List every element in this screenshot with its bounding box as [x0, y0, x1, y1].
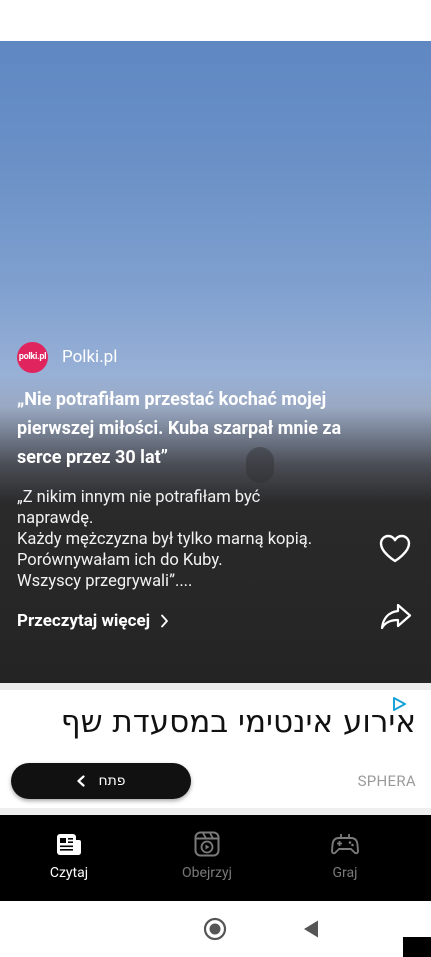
- nav-label-obejrzyj: Obejrzyj: [182, 865, 232, 881]
- home-circle-icon[interactable]: [203, 917, 227, 941]
- chevron-right-icon: [161, 614, 168, 628]
- ad-brand: SPHERA: [357, 772, 416, 790]
- nav-label-czytaj: Czytaj: [49, 865, 89, 881]
- nav-item-graj[interactable]: Graj: [276, 815, 414, 901]
- read-more-link[interactable]: Przeczytaj więcej: [17, 611, 169, 631]
- ad-headline[interactable]: אירוע אינטימי במסעדת שף: [0, 704, 416, 740]
- video-play-icon: [194, 831, 220, 857]
- nav-label-graj: Graj: [332, 865, 358, 881]
- bottom-navigation: Czytaj Obejrzyj Graj: [0, 815, 431, 901]
- chevron-left-icon: [77, 775, 86, 787]
- ad-open-button[interactable]: פתח: [11, 763, 191, 799]
- share-icon[interactable]: [379, 601, 413, 633]
- source-row: polki.pl Polki.pl: [17, 341, 117, 373]
- ad-open-label: פתח: [98, 773, 126, 789]
- story-excerpt: „Z nikim innym nie potrafiłam być napraw…: [17, 488, 313, 591]
- ad-content[interactable]: אירוע אינטימי במסעדת שף פתח SPHERA: [0, 690, 431, 808]
- back-triangle-icon[interactable]: [302, 919, 320, 939]
- nav-item-czytaj[interactable]: Czytaj: [0, 815, 138, 901]
- gamepad-icon: [331, 834, 359, 855]
- app-screen: polki.pl Polki.pl „Nie potrafiłam przest…: [0, 0, 431, 957]
- source-logo: polki.pl: [17, 341, 48, 373]
- nav-item-obejrzyj[interactable]: Obejrzyj: [138, 815, 276, 901]
- story-headline[interactable]: „Nie potrafiłam przestać kochać mojej pi…: [17, 385, 377, 472]
- heart-icon[interactable]: [378, 533, 412, 565]
- screen-corner: [403, 937, 431, 957]
- source-name: Polki.pl: [62, 347, 118, 367]
- ad-banner[interactable]: אירוע אינטימי במסעדת שף פתח SPHERA: [0, 683, 431, 815]
- status-bar: [0, 0, 431, 41]
- newspaper-icon: [57, 834, 81, 855]
- read-more-label: Przeczytaj więcej: [17, 611, 151, 631]
- system-navigation-bar: [0, 901, 431, 957]
- story-card[interactable]: polki.pl Polki.pl „Nie potrafiłam przest…: [0, 41, 431, 683]
